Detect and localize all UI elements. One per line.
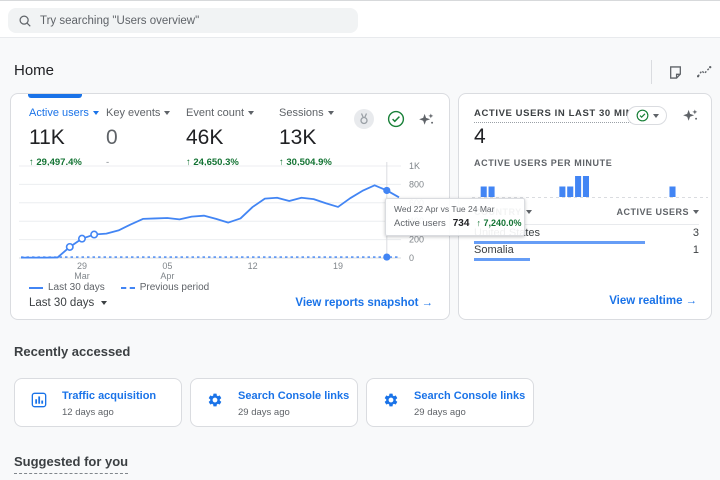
suggested-for-you-title: Suggested for you — [14, 454, 129, 474]
chevron-down-icon — [525, 210, 532, 214]
main-content: Home Active users 11K ↑ 29,497.4% Key ev… — [0, 38, 720, 480]
svg-text:Mar: Mar — [74, 271, 90, 281]
top-bar — [0, 0, 720, 38]
legend-solid-line — [29, 286, 43, 289]
arrow-right-icon: → — [421, 297, 434, 309]
chevron-down-icon — [248, 111, 255, 115]
header-divider — [651, 60, 652, 84]
recent-card-search-console-links-1[interactable]: Search Console links 29 days ago — [190, 378, 358, 427]
active-metric-tab-indicator — [28, 94, 82, 98]
metric-key-events-value: 0 — [106, 126, 118, 149]
arrow-right-icon: → — [685, 295, 698, 307]
search-icon — [18, 14, 32, 28]
recent-card-time: 12 days ago — [62, 407, 114, 418]
svg-text:29: 29 — [77, 261, 87, 271]
svg-text:1K: 1K — [409, 161, 420, 171]
svg-text:05: 05 — [162, 261, 172, 271]
page-title: Home — [14, 62, 55, 79]
gear-icon — [207, 392, 223, 413]
overview-chart-svg[interactable]: 1K800600400200029Mar05Apr1219 — [19, 156, 443, 284]
per-minute-bar-chart — [472, 176, 708, 198]
data-quality-check-icon[interactable] — [387, 110, 405, 128]
recent-card-label[interactable]: Search Console links — [414, 390, 525, 402]
chevron-down-icon — [101, 301, 108, 305]
metric-event-count-dropdown[interactable]: Event count — [186, 107, 255, 119]
metric-sessions-value: 13K — [279, 126, 317, 149]
tooltip-value: 734 — [452, 218, 470, 229]
recent-card-traffic-acquisition[interactable]: Traffic acquisition 12 days ago — [14, 378, 182, 427]
metric-active-users-value: 11K — [29, 126, 65, 149]
insights-icon[interactable] — [697, 65, 712, 80]
recent-card-label[interactable]: Search Console links — [238, 390, 349, 402]
chevron-down-icon — [164, 111, 171, 115]
bar-chart-icon — [31, 392, 47, 413]
chart-tooltip: Wed 22 Apr vs Tue 24 Mar Active users 73… — [385, 198, 525, 236]
chevron-down-icon — [92, 111, 99, 115]
recent-card-time: 29 days ago — [238, 407, 290, 418]
overview-card: Active users 11K ↑ 29,497.4% Key events … — [10, 93, 450, 320]
insights-sparkle-icon[interactable] — [682, 107, 699, 129]
tooltip-change: ↑ 7,240.0% — [476, 218, 522, 228]
metric-key-events-dropdown[interactable]: Key events — [106, 107, 171, 119]
svg-text:800: 800 — [409, 179, 424, 189]
table-row: Somalia 1 — [474, 244, 699, 261]
chart-legend: Last 30 days Previous period — [29, 282, 209, 293]
insights-sparkle-icon[interactable] — [418, 111, 435, 128]
svg-text:0: 0 — [409, 253, 414, 263]
recent-card-time: 29 days ago — [414, 407, 466, 418]
metric-active-users-dropdown[interactable]: Active users — [29, 107, 99, 119]
tooltip-date: Wed 22 Apr vs Tue 24 Mar — [394, 204, 495, 214]
svg-text:19: 19 — [333, 261, 343, 271]
chevron-down-icon — [693, 210, 699, 214]
recently-accessed-title: Recently accessed — [14, 344, 131, 359]
check-circle-icon — [636, 109, 648, 122]
search-input[interactable] — [40, 14, 348, 27]
realtime-users-value: 4 — [474, 125, 486, 148]
view-realtime-link[interactable]: View realtime → — [609, 295, 697, 307]
active-users-column-header[interactable]: ACTIVE USERS — [616, 207, 699, 217]
recent-card-search-console-links-2[interactable]: Search Console links 29 days ago — [366, 378, 534, 427]
note-icon[interactable] — [668, 65, 683, 80]
tooltip-metric: Active users — [394, 218, 446, 229]
legend-dashed-line — [120, 286, 135, 289]
realtime-status-dropdown[interactable] — [627, 106, 667, 125]
metric-sessions-dropdown[interactable]: Sessions — [279, 107, 334, 119]
svg-text:200: 200 — [409, 235, 424, 245]
country-value: 1 — [692, 244, 699, 256]
chevron-down-icon — [652, 113, 659, 118]
date-range-selector[interactable]: Last 30 days — [29, 297, 108, 309]
chevron-down-icon — [327, 111, 334, 115]
svg-text:Apr: Apr — [160, 271, 174, 281]
country-bar — [474, 258, 531, 261]
svg-text:12: 12 — [248, 261, 258, 271]
metric-event-count-value: 46K — [186, 126, 224, 149]
per-minute-label: ACTIVE USERS PER MINUTE — [474, 158, 613, 168]
gear-icon — [383, 392, 399, 413]
recent-card-label[interactable]: Traffic acquisition — [62, 390, 156, 402]
view-reports-snapshot-link[interactable]: View reports snapshot → — [295, 297, 433, 309]
country-name: Somalia — [474, 244, 514, 256]
signals-disabled-icon[interactable] — [354, 109, 374, 129]
country-value: 3 — [692, 227, 699, 239]
search-box[interactable] — [8, 8, 358, 33]
